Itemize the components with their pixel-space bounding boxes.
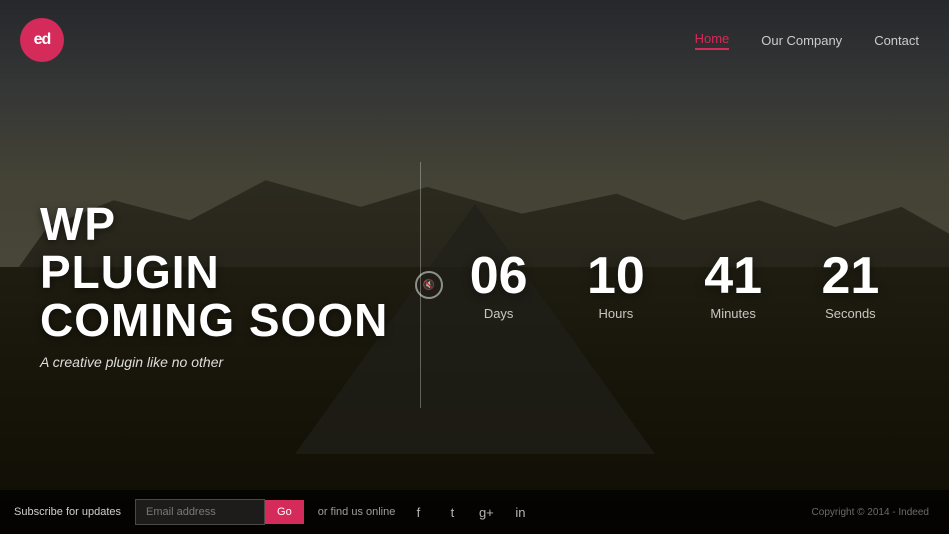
days-number: 06	[470, 250, 528, 302]
hero-title: WP PLUGIN COMING SOON	[40, 200, 388, 345]
mute-icon: 🔇	[423, 280, 435, 291]
header: ed Home Our Company Contact	[0, 0, 949, 80]
days-label: Days	[470, 306, 528, 321]
hours-number: 10	[587, 250, 645, 302]
hours-label: Hours	[587, 306, 645, 321]
find-us-label: or find us online	[318, 506, 396, 518]
page-wrapper: ed Home Our Company Contact WP PLUGIN CO…	[0, 0, 949, 534]
seconds-number: 21	[821, 250, 879, 302]
navigation: Home Our Company Contact	[695, 31, 919, 50]
nav-home[interactable]: Home	[695, 31, 730, 50]
gplus-icon[interactable]: g+	[475, 501, 497, 523]
countdown-days: 06 Days	[470, 250, 528, 321]
logo-text: ed	[34, 31, 51, 49]
main-content: WP PLUGIN COMING SOON A creative plugin …	[0, 80, 949, 490]
hero-line3: COMING SOON	[40, 294, 388, 346]
facebook-icon[interactable]: f	[407, 501, 429, 523]
go-button[interactable]: Go	[265, 500, 304, 524]
nav-our-company[interactable]: Our Company	[761, 33, 842, 48]
mute-button[interactable]: 🔇	[415, 271, 443, 299]
countdown-section: 06 Days 10 Hours 41 Minutes 21 Seconds	[440, 250, 909, 321]
countdown-seconds: 21 Seconds	[821, 250, 879, 321]
hero-line2: PLUGIN	[40, 246, 220, 298]
seconds-label: Seconds	[821, 306, 879, 321]
logo[interactable]: ed	[20, 18, 64, 62]
hero-subtitle: A creative plugin like no other	[40, 354, 388, 370]
hero-text: WP PLUGIN COMING SOON A creative plugin …	[40, 200, 388, 371]
subscribe-label: Subscribe for updates	[0, 506, 135, 518]
countdown-minutes: 41 Minutes	[704, 250, 762, 321]
email-input[interactable]	[135, 499, 265, 525]
linkedin-icon[interactable]: in	[509, 501, 531, 523]
countdown-hours: 10 Hours	[587, 250, 645, 321]
copyright: Copyright © 2014 - Indeed	[812, 507, 929, 518]
twitter-icon[interactable]: t	[441, 501, 463, 523]
nav-contact[interactable]: Contact	[874, 33, 919, 48]
social-icons: f t g+ in	[407, 501, 531, 523]
hero-line1: WP	[40, 198, 116, 250]
footer: Subscribe for updates Go or find us onli…	[0, 490, 949, 534]
minutes-label: Minutes	[704, 306, 762, 321]
minutes-number: 41	[704, 250, 762, 302]
